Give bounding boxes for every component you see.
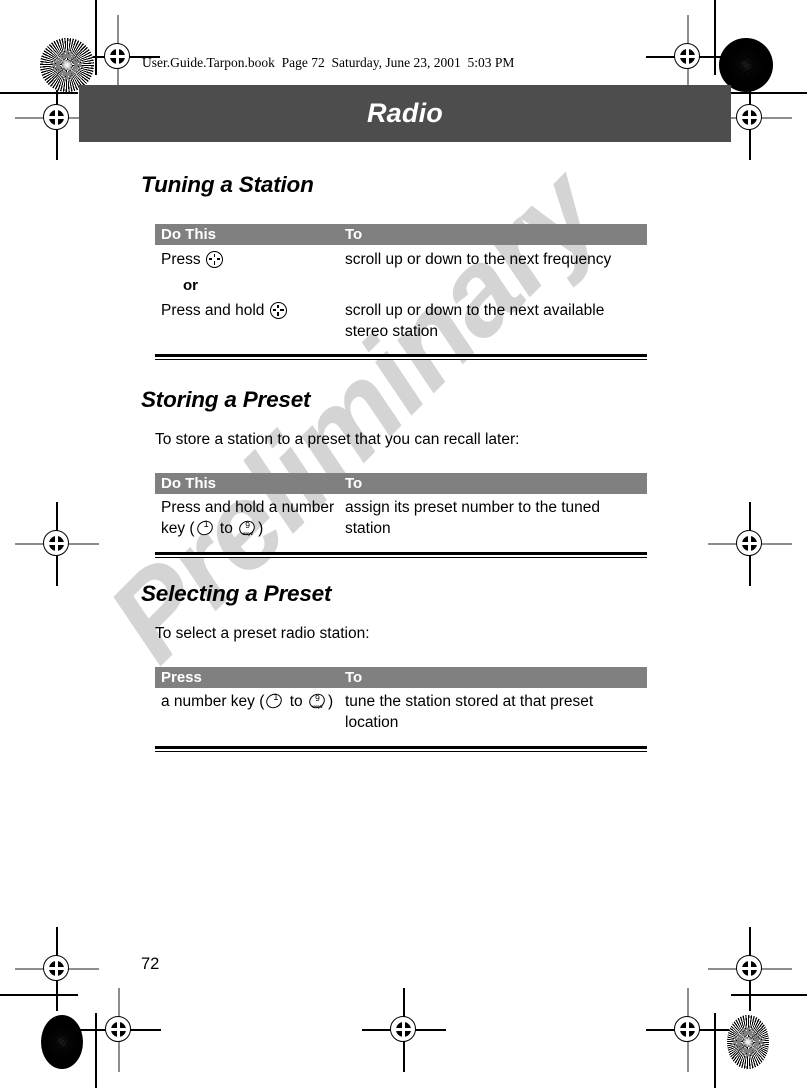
section-heading-selecting-a-preset: Selecting a Preset	[141, 581, 332, 606]
table-cell-action: a number key ( 1 to 9 wxyz)	[161, 691, 345, 712]
table-bottom-rule	[155, 354, 647, 360]
navigation-key-icon	[269, 301, 287, 319]
chapter-header-bar: Radio	[79, 85, 731, 142]
section-heading-storing-a-preset: Storing a Preset	[141, 387, 311, 412]
table-column-header-to: To	[345, 225, 363, 243]
table-cell-result: scroll up or down to the next frequency	[345, 251, 612, 268]
table-bottom-rule	[155, 746, 647, 752]
table-column-header-to: To	[345, 474, 363, 492]
document-page: User.Guide.Tarpon.book Page 72 Saturday,…	[0, 0, 807, 1088]
table-header-row: Do This To	[155, 224, 647, 245]
table-cell-result: tune the station stored at that preset l…	[345, 693, 594, 731]
section-heading-tuning-a-station: Tuning a Station	[141, 172, 314, 197]
table-row-separator: or	[155, 271, 647, 297]
table-column-header-to: To	[345, 668, 363, 686]
action-text: Press and hold	[161, 302, 269, 319]
action-text-line2-post: )	[258, 520, 264, 537]
table-bottom-rule	[155, 552, 647, 558]
file-stamp-line: User.Guide.Tarpon.book Page 72 Saturday,…	[142, 55, 515, 70]
table-selecting-a-preset: Press To a number key ( 1 to 9 wxyz) tune …	[155, 667, 647, 752]
number-key-letters: wxyz	[312, 703, 323, 709]
table-header-row: Do This To	[155, 473, 647, 494]
number-key-letters: wxyz	[242, 530, 253, 536]
table-row: Press scroll up or down to the next freq…	[155, 245, 647, 271]
number-key-1-icon: 1	[264, 691, 285, 711]
action-text-pre: a number key (	[161, 693, 265, 710]
or-separator-label: or	[183, 277, 198, 294]
action-text: Press	[161, 251, 205, 268]
action-text-line1: Press and hold a number	[161, 499, 335, 516]
table-cell-action: Press and hold a number key ( 1 to 9 wxyz)	[161, 497, 345, 539]
number-key-digit: 9	[315, 692, 320, 703]
table-row: Press and hold a number key ( 1 to 9 wxyz)…	[155, 494, 647, 542]
table-column-header-do-this: Do This	[161, 474, 216, 492]
number-key-digit: 9	[245, 519, 250, 530]
action-text-post: )	[327, 693, 334, 710]
preliminary-watermark: Preliminary	[83, 145, 690, 930]
page-number: 72	[141, 955, 160, 973]
action-text-mid: to	[285, 693, 307, 710]
number-key-9-icon: 9 wxyz	[236, 518, 258, 538]
table-column-header-press: Press	[161, 668, 202, 686]
number-key-digit: 1	[203, 519, 209, 529]
table-column-header-do-this: Do This	[161, 225, 216, 243]
section-lead-selecting-a-preset: To select a preset radio station:	[155, 625, 370, 642]
action-text-line2-mid: to	[215, 520, 238, 537]
action-text-line2-pre: key (	[161, 520, 195, 537]
table-storing-a-preset: Do This To Press and hold a number key (…	[155, 473, 647, 558]
table-header-row: Press To	[155, 667, 647, 688]
table-row: Press and hold scroll up or down to the …	[155, 297, 647, 345]
table-cell-action: Press	[161, 249, 345, 270]
section-lead-storing-a-preset: To store a station to a preset that you …	[155, 431, 520, 448]
table-cell-result: scroll up or down to the next available …	[345, 302, 605, 340]
table-tuning-a-station: Do This To Press scroll up or down to th…	[155, 224, 647, 360]
chapter-title: Radio	[366, 97, 443, 128]
table-row: a number key ( 1 to 9 wxyz) tune the stati…	[155, 688, 647, 736]
navigation-key-icon	[205, 250, 223, 268]
number-key-digit: 1	[273, 692, 279, 702]
number-key-9-icon: 9 wxyz	[306, 691, 328, 711]
table-cell-action: Press and hold	[161, 300, 345, 321]
number-key-1-icon: 1	[194, 518, 215, 538]
table-cell-result: assign its preset number to the tuned st…	[345, 499, 601, 537]
